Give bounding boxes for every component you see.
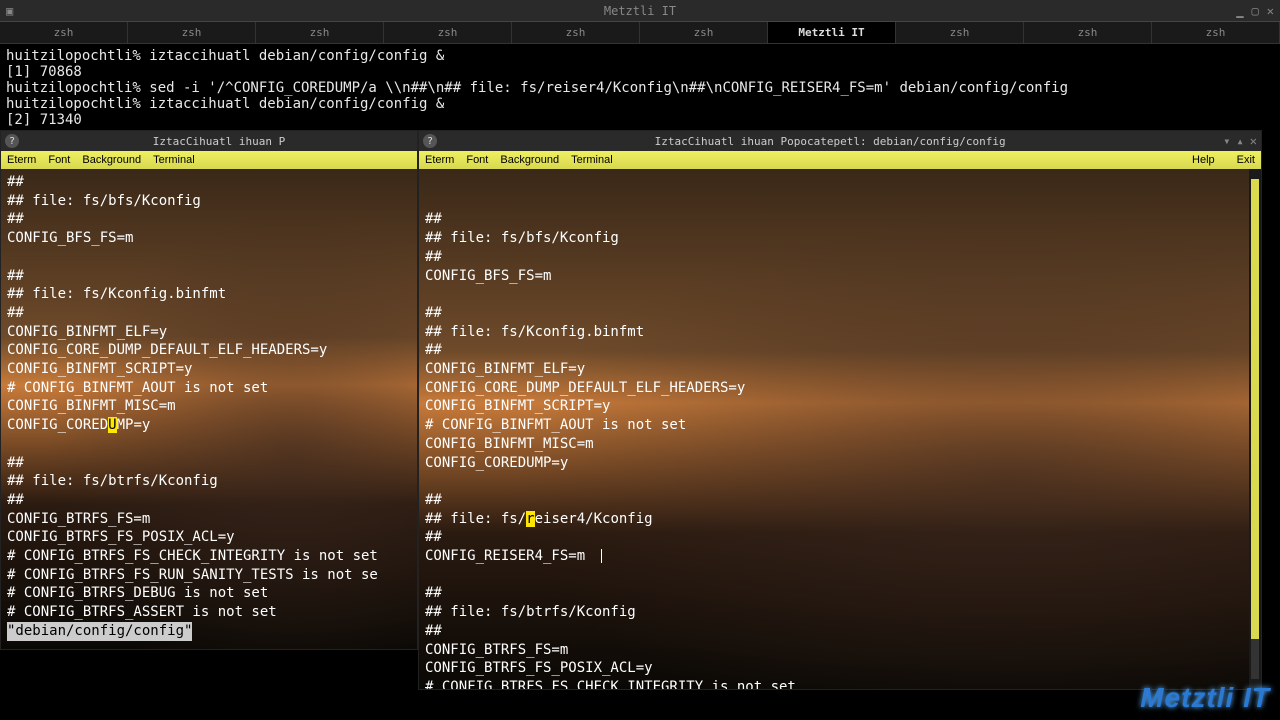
status-line: "debian/config/config" bbox=[7, 622, 192, 641]
menu-terminal[interactable]: Terminal bbox=[571, 154, 613, 166]
text-line bbox=[425, 566, 1255, 585]
maximize-button[interactable]: ▢ bbox=[1252, 4, 1259, 18]
tab-4[interactable]: zsh bbox=[512, 22, 640, 43]
text-line: ## bbox=[425, 210, 1255, 229]
tab-0[interactable]: zsh bbox=[0, 22, 128, 43]
main-terminal[interactable]: huitzilopochtli% iztaccihuatl debian/con… bbox=[0, 44, 1280, 130]
tab-2[interactable]: zsh bbox=[256, 22, 384, 43]
text-line: CONFIG_BTRFS_FS_POSIX_ACL=y bbox=[425, 659, 1255, 678]
text-line: ## bbox=[7, 304, 411, 323]
text-line: ## bbox=[425, 491, 1255, 510]
text-line: # CONFIG_BTRFS_DEBUG is not set bbox=[7, 584, 411, 603]
text-line bbox=[425, 285, 1255, 304]
text-line: CONFIG_BINFMT_ELF=y bbox=[425, 360, 1255, 379]
watermark-logo: Metztli IT bbox=[1140, 682, 1270, 714]
text-line: ## bbox=[425, 528, 1255, 547]
window-title: Metztli IT bbox=[604, 4, 676, 18]
eterm-left: ? IztacCihuatl ihuan P Eterm Font Backgrou… bbox=[0, 130, 418, 650]
text-line: CONFIG_BTRFS_FS=m bbox=[7, 510, 411, 529]
text-line: # CONFIG_BTRFS_FS_CHECK_INTEGRITY is not… bbox=[425, 678, 1255, 689]
text-line: ## bbox=[425, 622, 1255, 641]
text-line: ## file: fs/Kconfig.binfmt bbox=[7, 285, 411, 304]
text-line: CONFIG_BFS_FS=m bbox=[7, 229, 411, 248]
text-line: # CONFIG_BTRFS_FS_CHECK_INTEGRITY is not… bbox=[7, 547, 411, 566]
eterm-left-title: IztacCihuatl ihuan P bbox=[25, 135, 413, 148]
text-line: # CONFIG_BTRFS_ASSERT is not set bbox=[7, 603, 411, 622]
text-line: ## bbox=[425, 304, 1255, 323]
close-button[interactable]: ✕ bbox=[1267, 4, 1274, 18]
text-line: ## file: fs/btrfs/Kconfig bbox=[425, 603, 1255, 622]
eterm-right: ? IztacCihuatl ihuan Popocatepetl: debia… bbox=[418, 130, 1262, 690]
text-line: CONFIG_COREDUMP=y bbox=[7, 416, 411, 435]
text-line: ## bbox=[425, 248, 1255, 267]
text-line: ## bbox=[425, 341, 1255, 360]
text-line: CONFIG_BINFMT_SCRIPT=y bbox=[7, 360, 411, 379]
text-line: CONFIG_REISER4_FS=m bbox=[425, 547, 1255, 566]
close-button[interactable]: ✕ bbox=[1250, 134, 1257, 148]
text-line: ## file: fs/Kconfig.binfmt bbox=[425, 323, 1255, 342]
text-line: CONFIG_COREDUMP=y bbox=[425, 454, 1255, 473]
text-line: ## file: fs/btrfs/Kconfig bbox=[7, 472, 411, 491]
text-line: CONFIG_CORE_DUMP_DEFAULT_ELF_HEADERS=y bbox=[425, 379, 1255, 398]
menu-eterm[interactable]: Eterm bbox=[425, 154, 454, 166]
text-line: CONFIG_CORE_DUMP_DEFAULT_ELF_HEADERS=y bbox=[7, 341, 411, 360]
eterm-left-titlebar[interactable]: ? IztacCihuatl ihuan P bbox=[1, 131, 417, 151]
tab-7[interactable]: zsh bbox=[896, 22, 1024, 43]
help-icon[interactable]: ? bbox=[423, 134, 437, 148]
eterm-right-title: IztacCihuatl ihuan Popocatepetl: debian/… bbox=[443, 135, 1217, 148]
tab-bar: zshzshzshzshzshzshMetztli ITzshzshzsh bbox=[0, 22, 1280, 44]
menu-background[interactable]: Background bbox=[500, 154, 559, 166]
text-line bbox=[7, 248, 411, 267]
tab-5[interactable]: zsh bbox=[640, 22, 768, 43]
text-line: CONFIG_BFS_FS=m bbox=[425, 267, 1255, 286]
menu-terminal[interactable]: Terminal bbox=[153, 154, 195, 166]
text-line: # CONFIG_BINFMT_AOUT is not set bbox=[7, 379, 411, 398]
menu-background[interactable]: Background bbox=[82, 154, 141, 166]
text-line: ## bbox=[7, 210, 411, 229]
tab-9[interactable]: zsh bbox=[1152, 22, 1280, 43]
app-icon: ▣ bbox=[6, 4, 13, 18]
menu-font[interactable]: Font bbox=[466, 154, 488, 166]
text-line: ## bbox=[425, 584, 1255, 603]
text-line: CONFIG_BTRFS_FS=m bbox=[425, 641, 1255, 660]
tab-6[interactable]: Metztli IT bbox=[768, 22, 896, 43]
text-line: CONFIG_BINFMT_ELF=y bbox=[7, 323, 411, 342]
maximize-button[interactable]: ▴ bbox=[1237, 134, 1244, 148]
text-line bbox=[425, 472, 1255, 491]
text-line: # CONFIG_BTRFS_FS_RUN_SANITY_TESTS is no… bbox=[7, 566, 411, 585]
help-icon[interactable]: ? bbox=[5, 134, 19, 148]
minimize-button[interactable]: ▾ bbox=[1223, 134, 1230, 148]
text-line: CONFIG_BINFMT_MISC=m bbox=[7, 397, 411, 416]
eterm-right-body[interactable]: #### file: fs/bfs/Kconfig##CONFIG_BFS_FS… bbox=[419, 169, 1261, 689]
eterm-right-menubar: Eterm Font Background Terminal Help Exit bbox=[419, 151, 1261, 169]
text-line: ## bbox=[7, 491, 411, 510]
tab-8[interactable]: zsh bbox=[1024, 22, 1152, 43]
eterm-left-body[interactable]: #### file: fs/bfs/Kconfig##CONFIG_BFS_FS… bbox=[1, 169, 417, 649]
text-line: ## file: fs/reiser4/Kconfig bbox=[425, 510, 1255, 529]
menu-exit[interactable]: Exit bbox=[1237, 154, 1255, 166]
text-line: ## bbox=[7, 173, 411, 192]
text-line: CONFIG_BTRFS_FS_POSIX_ACL=y bbox=[7, 528, 411, 547]
text-line: # CONFIG_BINFMT_AOUT is not set bbox=[425, 416, 1255, 435]
text-line: ## bbox=[7, 454, 411, 473]
menu-help[interactable]: Help bbox=[1192, 154, 1215, 166]
menu-font[interactable]: Font bbox=[48, 154, 70, 166]
tab-3[interactable]: zsh bbox=[384, 22, 512, 43]
text-line: CONFIG_BINFMT_SCRIPT=y bbox=[425, 397, 1255, 416]
text-line: ## file: fs/bfs/Kconfig bbox=[7, 192, 411, 211]
menu-eterm[interactable]: Eterm bbox=[7, 154, 36, 166]
main-titlebar: ▣ Metztli IT ▁ ▢ ✕ bbox=[0, 0, 1280, 22]
tab-1[interactable]: zsh bbox=[128, 22, 256, 43]
text-line: CONFIG_BINFMT_MISC=m bbox=[425, 435, 1255, 454]
eterm-left-menubar: Eterm Font Background Terminal bbox=[1, 151, 417, 169]
eterm-right-titlebar[interactable]: ? IztacCihuatl ihuan Popocatepetl: debia… bbox=[419, 131, 1261, 151]
scrollbar[interactable] bbox=[1249, 169, 1261, 689]
text-line: ## file: fs/bfs/Kconfig bbox=[425, 229, 1255, 248]
text-line: ## bbox=[7, 267, 411, 286]
text-line bbox=[7, 435, 411, 454]
minimize-button[interactable]: ▁ bbox=[1236, 4, 1243, 18]
